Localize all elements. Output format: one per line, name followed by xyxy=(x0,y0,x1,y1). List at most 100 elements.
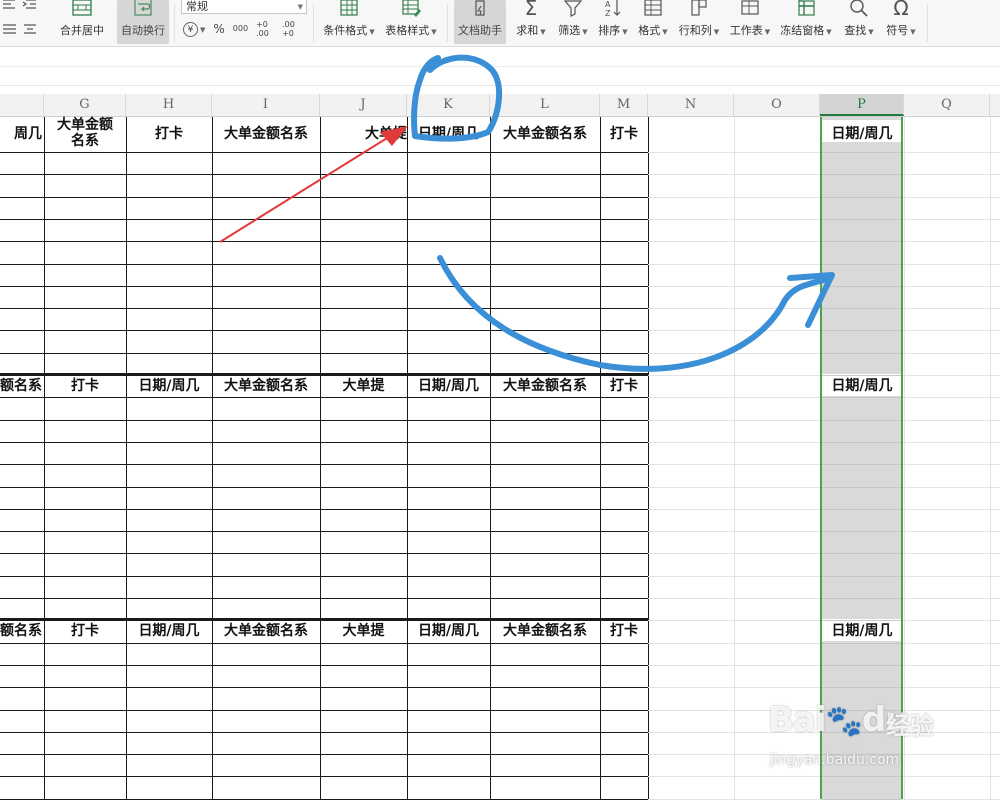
p-row-line xyxy=(822,687,901,688)
p-header-text-2[interactable]: 日期/周几 xyxy=(820,378,904,394)
column-header-N[interactable]: N xyxy=(648,94,734,116)
filter-button[interactable]: 筛选 ▼ xyxy=(554,0,592,44)
increase-decimal-button[interactable]: +0 .00 xyxy=(256,20,274,38)
format-button[interactable]: 格式 ▼ xyxy=(634,0,672,44)
column-header-L[interactable]: L xyxy=(490,94,600,116)
column-header-O[interactable]: O xyxy=(734,94,820,116)
header-cell-M2[interactable]: 打卡 xyxy=(600,378,648,394)
auto-wrap-label: 自动换行 xyxy=(121,24,165,37)
p-row-line xyxy=(822,353,901,354)
paw-icon: 🐾 xyxy=(825,704,863,739)
header-cell-G3[interactable]: 打卡 xyxy=(44,623,126,639)
header-cell-F1[interactable]: 周几 xyxy=(0,126,42,142)
header-cell-G2[interactable]: 打卡 xyxy=(44,378,126,394)
column-header-I[interactable]: I xyxy=(212,94,320,116)
p-header-text-1[interactable]: 日期/周几 xyxy=(820,126,904,142)
format-table-icon xyxy=(642,0,664,19)
currency-icon: ¥ xyxy=(183,22,198,38)
header-cell-L1[interactable]: 大单金额名系 xyxy=(490,126,600,142)
chevron-down-icon: ▼ xyxy=(662,28,668,36)
header-cell-L2[interactable]: 大单金额名系 xyxy=(490,378,600,394)
align-left-icon[interactable] xyxy=(2,0,18,12)
ribbon-separator xyxy=(927,4,928,42)
header-cell-M1[interactable]: 打卡 xyxy=(600,126,648,142)
sort-button[interactable]: AZ 排序 ▼ xyxy=(594,0,632,44)
sigma-icon: Σ xyxy=(524,0,538,20)
align-justify-icon[interactable] xyxy=(2,22,18,38)
worksheet-button[interactable]: 工作表 ▼ xyxy=(726,0,774,44)
row-border xyxy=(0,197,648,198)
header-cell-H1[interactable]: 打卡 xyxy=(126,126,212,142)
header-cell-F2[interactable]: 额名系 xyxy=(0,378,42,394)
header-cell-J3[interactable]: 大单提 xyxy=(320,623,407,639)
p-row-line xyxy=(822,241,901,242)
column-header-M[interactable]: M xyxy=(600,94,648,116)
header-cell-I3[interactable]: 大单金额名系 xyxy=(212,623,320,639)
indent-icon[interactable] xyxy=(22,0,38,12)
doc-helper-label: 文档助手 xyxy=(458,24,502,37)
worksheet-icon xyxy=(739,0,761,19)
row-col-button[interactable]: 行和列 ▼ xyxy=(676,0,722,44)
row-border xyxy=(0,397,648,398)
header-cell-K3[interactable]: 日期/周几 xyxy=(407,623,490,639)
currency-button[interactable]: ¥ ▼ xyxy=(183,21,205,38)
symbol-button[interactable]: Ω 符号 ▼ xyxy=(882,0,920,44)
header-cell-H2[interactable]: 日期/周几 xyxy=(126,378,212,394)
omega-icon: Ω xyxy=(893,0,909,20)
merge-cells-icon xyxy=(71,0,93,19)
column-header-Q[interactable]: Q xyxy=(904,94,990,116)
p-header-text-3[interactable]: 日期/周几 xyxy=(820,623,904,639)
header-cell-M3[interactable]: 打卡 xyxy=(600,623,648,639)
column-header-P[interactable]: P xyxy=(820,94,904,116)
column-header-J[interactable]: J xyxy=(320,94,407,116)
chevron-down-icon: ▼ xyxy=(431,28,437,36)
p-row-line xyxy=(822,197,901,198)
column-header-G[interactable]: G xyxy=(44,94,126,116)
header-cell-J2[interactable]: 大单提 xyxy=(320,378,407,394)
worksheet-label: 工作表 xyxy=(729,24,763,37)
number-format-value: 常规 xyxy=(186,0,208,13)
header-cell-L3[interactable]: 大单金额名系 xyxy=(490,623,600,639)
header-cell-H3[interactable]: 日期/周几 xyxy=(126,623,212,639)
row-border xyxy=(0,710,648,711)
auto-wrap-button[interactable]: 自动换行 xyxy=(117,0,169,44)
decrease-decimal-button[interactable]: .00 +0 xyxy=(282,20,300,38)
row-border xyxy=(0,776,648,777)
row-border xyxy=(0,487,648,488)
header-cell-K2[interactable]: 日期/周几 xyxy=(407,378,490,394)
doc-helper-button[interactable]: 文档助手 xyxy=(454,0,506,44)
sum-button[interactable]: Σ 求和 ▼ xyxy=(512,0,550,44)
freeze-panes-button[interactable]: 冻结窗格 ▼ xyxy=(778,0,834,44)
row-border xyxy=(0,219,648,220)
header-cell-K1[interactable]: 日期/周几 xyxy=(407,126,490,142)
header-cell-I2[interactable]: 大单金额名系 xyxy=(212,378,320,394)
format-label: 格式 xyxy=(638,24,661,37)
column-header-F[interactable] xyxy=(0,94,44,116)
row-border xyxy=(0,643,648,644)
number-format-dropdown[interactable]: 常规 ▼ xyxy=(181,0,307,14)
p-row-line xyxy=(822,286,901,287)
p-row-line xyxy=(822,152,901,153)
p-row-line xyxy=(822,308,901,309)
column-header-K[interactable]: K xyxy=(407,94,490,116)
chevron-down-icon: ▼ xyxy=(622,28,628,36)
watermark-cn: 经验 xyxy=(886,712,934,740)
conditional-format-button[interactable]: 条件格式 ▼ xyxy=(320,0,378,44)
table-style-button[interactable]: 表格样式 ▼ xyxy=(382,0,440,44)
row-border xyxy=(0,732,648,733)
thousands-button[interactable]: 000 xyxy=(233,25,248,33)
p-row-line xyxy=(822,442,901,443)
row-col-icon xyxy=(688,0,710,19)
header-cell-F3[interactable]: 额名系 xyxy=(0,623,42,639)
header-cell-J1[interactable]: 大单提 xyxy=(320,126,407,142)
find-button[interactable]: 查找 ▼ xyxy=(840,0,878,44)
percent-button[interactable]: % xyxy=(213,22,224,36)
svg-text:Z: Z xyxy=(605,9,611,18)
p-row-line xyxy=(822,553,901,554)
header-cell-I1[interactable]: 大单金额名系 xyxy=(212,126,320,142)
merge-center-button[interactable]: 合并居中 xyxy=(54,0,110,44)
column-header-H[interactable]: H xyxy=(126,94,212,116)
header-cell-G1[interactable]: 大单金额 名系 xyxy=(44,117,126,149)
row-border xyxy=(0,464,648,465)
distribute-icon[interactable] xyxy=(22,22,38,38)
